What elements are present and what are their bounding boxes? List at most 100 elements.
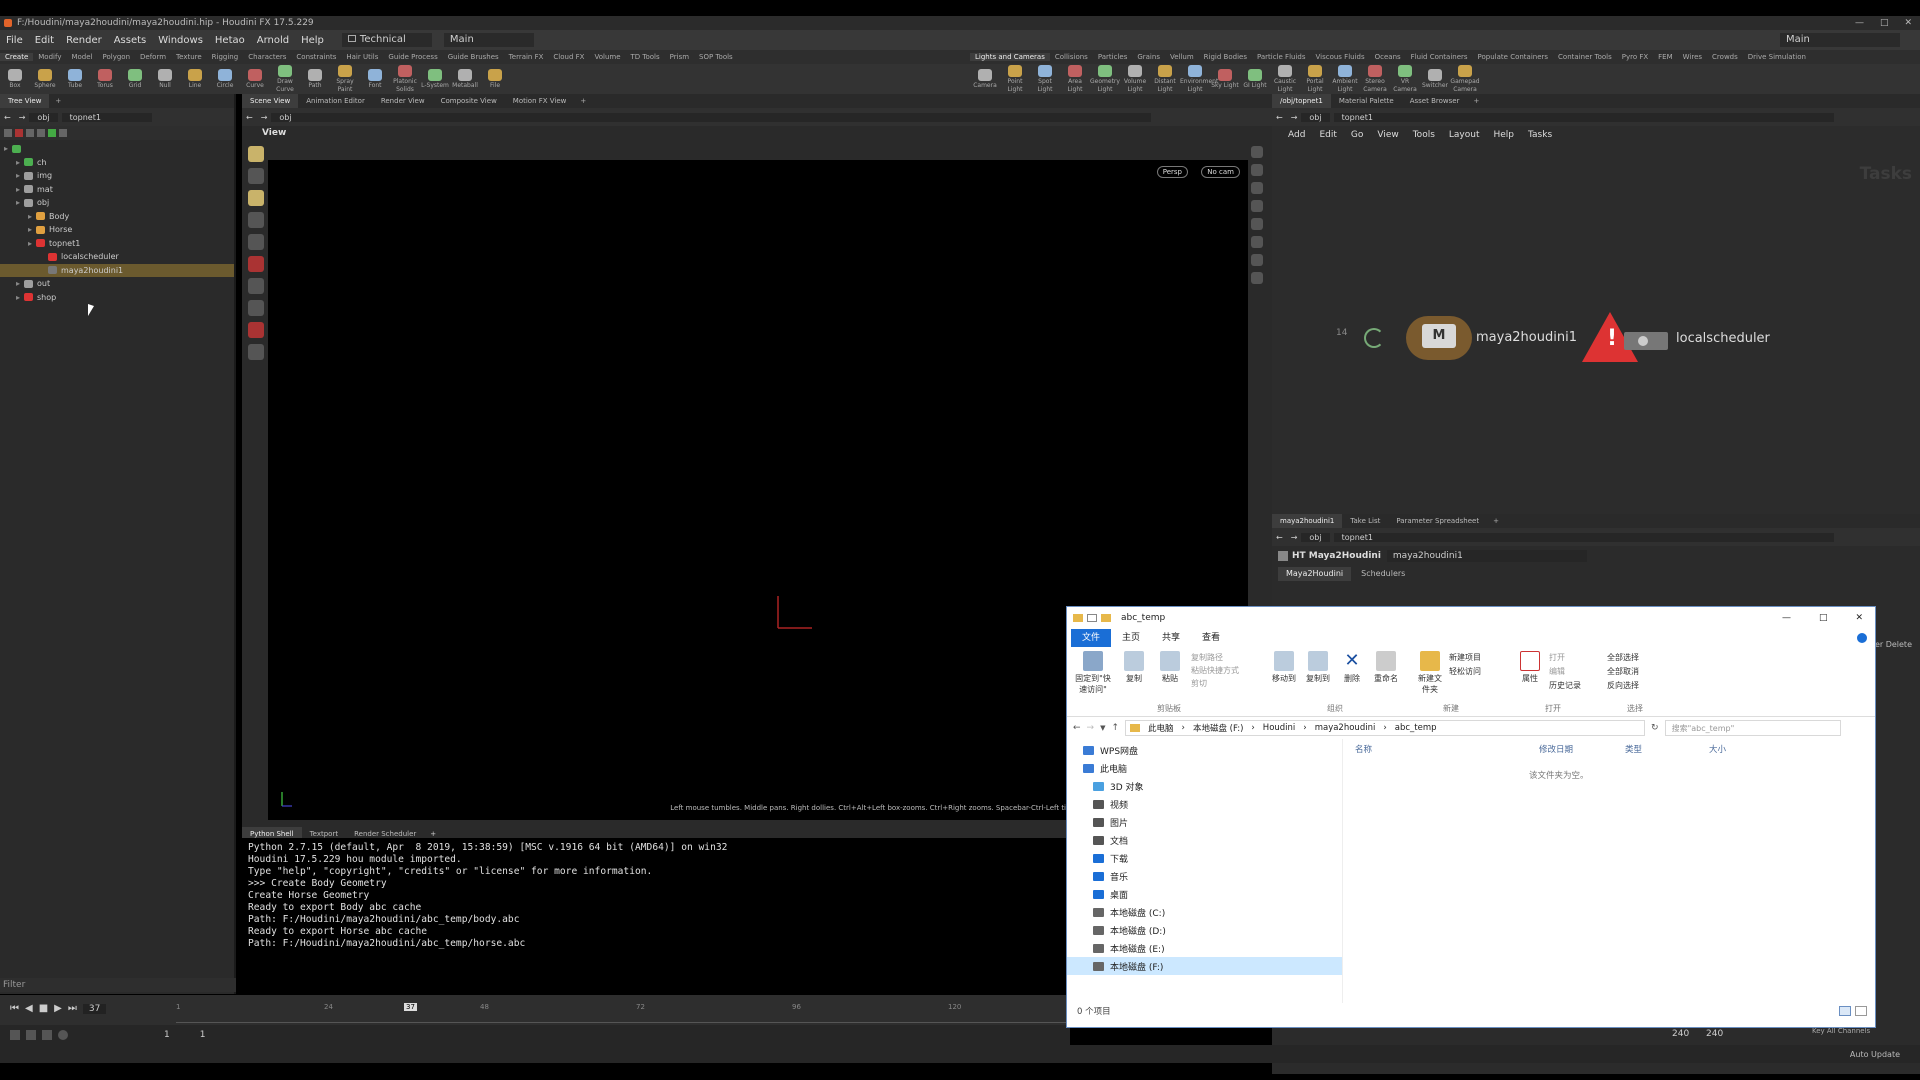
tab-home[interactable]: 主页: [1111, 629, 1151, 647]
refresh-icon[interactable]: ↻: [1651, 723, 1659, 733]
shelf-tab-wires[interactable]: Wires: [1678, 53, 1707, 61]
shelf-tool-spray-paint[interactable]: Spray Paint: [330, 64, 360, 94]
record-icon[interactable]: [248, 256, 264, 272]
menu-arnold[interactable]: Arnold: [251, 35, 295, 46]
display-option-icon[interactable]: [1251, 272, 1263, 284]
camera-menu[interactable]: No cam: [1201, 166, 1240, 178]
play-reverse-icon[interactable]: ◀: [25, 1003, 33, 1014]
tab-render-view[interactable]: Render View: [373, 94, 433, 108]
network-menu-edit[interactable]: Edit: [1319, 130, 1336, 140]
shelf-tab-polygon[interactable]: Polygon: [98, 53, 136, 61]
breadcrumb-item[interactable]: maya2houdini: [1315, 723, 1376, 733]
shelf-tab-container-tools[interactable]: Container Tools: [1553, 53, 1617, 61]
shelf-tool-area-light[interactable]: Area Light: [1060, 64, 1090, 94]
tree-node-obj[interactable]: ▸ obj: [0, 196, 234, 210]
forward-arrow-icon[interactable]: →: [15, 113, 30, 122]
add-tab-icon[interactable]: +: [424, 830, 442, 838]
range-end2-field[interactable]: 240: [1706, 1029, 1723, 1039]
jump-end-icon[interactable]: ⏭: [68, 1003, 77, 1014]
expand-icon[interactable]: ▸: [28, 212, 36, 221]
add-tab-icon[interactable]: +: [49, 97, 67, 105]
shelf-tab-create[interactable]: Create: [0, 53, 34, 61]
nav-item[interactable]: 音乐: [1067, 867, 1342, 885]
persp-menu[interactable]: Persp: [1156, 166, 1188, 178]
auto-update-label[interactable]: Auto Update: [1850, 1050, 1900, 1059]
shelf-tool-line[interactable]: Line: [180, 68, 210, 90]
menu-hetao[interactable]: Hetao: [209, 35, 251, 46]
toolbar-icon[interactable]: [59, 129, 67, 137]
nav-item[interactable]: WPS网盘: [1067, 741, 1342, 759]
shelf-tab-rigging[interactable]: Rigging: [207, 53, 244, 61]
key-all-channels-label[interactable]: Key All Channels: [1812, 1027, 1870, 1035]
tree-node-ch[interactable]: ▸ ch: [0, 156, 234, 170]
shelf-tab-fem[interactable]: FEM: [1653, 53, 1678, 61]
nav-item[interactable]: 本地磁盘 (C:): [1067, 903, 1342, 921]
shelf-tab-characters[interactable]: Characters: [243, 53, 291, 61]
subtab-maya2houdini[interactable]: Maya2Houdini: [1278, 567, 1352, 581]
menu-edit[interactable]: Edit: [29, 35, 60, 46]
loop-icon[interactable]: [42, 1030, 52, 1040]
shelf-tool-stereo-camera[interactable]: Stereo Camera: [1360, 64, 1390, 94]
shelf-tool-curve[interactable]: Curve: [240, 68, 270, 90]
shelf-tab-texture[interactable]: Texture: [171, 53, 207, 61]
new-item-button[interactable]: 新建项目: [1449, 651, 1515, 665]
breadcrumb-item[interactable]: Houdini: [1263, 723, 1296, 733]
pose-tool-icon[interactable]: [248, 212, 264, 228]
shelf-tab-crowds[interactable]: Crowds: [1707, 53, 1743, 61]
shelf-tab-hair-utils[interactable]: Hair Utils: [341, 53, 383, 61]
shelf-tool-distant-light[interactable]: Distant Light: [1150, 64, 1180, 94]
shelf-tool-gamepad-camera[interactable]: Gamepad Camera: [1450, 64, 1480, 94]
move-to-button[interactable]: 移动到: [1269, 651, 1299, 684]
tree-node-mat[interactable]: ▸ mat: [0, 183, 234, 197]
frame-marker[interactable]: 37: [404, 1003, 417, 1011]
display-option-icon[interactable]: [1251, 254, 1263, 266]
expand-icon[interactable]: ▸: [16, 279, 24, 288]
shelf-tool-file[interactable]: File: [480, 68, 510, 90]
nav-item[interactable]: 本地磁盘 (E:): [1067, 939, 1342, 957]
shelf-tool-geometry-light[interactable]: Geometry Light: [1090, 64, 1120, 94]
nav-item[interactable]: 桌面: [1067, 885, 1342, 903]
properties-button[interactable]: 属性: [1515, 651, 1545, 684]
column-modified[interactable]: 修改日期: [1539, 743, 1625, 755]
tree-node-img[interactable]: ▸ img: [0, 169, 234, 183]
tree-node-horse[interactable]: ▸ Horse: [0, 223, 234, 237]
minimize-button[interactable]: —: [1770, 613, 1803, 623]
display-option-icon[interactable]: [1251, 164, 1263, 176]
expand-icon[interactable]: ▸: [4, 144, 12, 153]
back-arrow-icon[interactable]: ←: [1073, 723, 1081, 733]
param-network-selector[interactable]: topnet1: [1333, 532, 1834, 542]
stop-icon[interactable]: ■: [39, 1003, 48, 1014]
forward-arrow-icon[interactable]: →: [1087, 723, 1095, 733]
tree-node-maya2houdini1[interactable]: maya2houdini1: [0, 263, 234, 277]
subtab-schedulers[interactable]: Schedulers: [1353, 567, 1413, 581]
shelf-tool-draw-curve[interactable]: Draw Curve: [270, 64, 300, 94]
shelf-tab-cloud-fx[interactable]: Cloud FX: [548, 53, 589, 61]
menu-windows[interactable]: Windows: [152, 35, 209, 46]
tab-material-palette[interactable]: Material Palette: [1331, 94, 1402, 108]
back-arrow-icon[interactable]: ←: [242, 113, 257, 122]
add-tab-icon[interactable]: +: [1467, 97, 1485, 105]
shelf-tool-null[interactable]: Null: [150, 68, 180, 90]
shelf-tab-oceans[interactable]: Oceans: [1370, 53, 1406, 61]
shelf-tool-metaball[interactable]: Metaball: [450, 68, 480, 90]
tree-node-root[interactable]: ▸: [0, 142, 234, 156]
tab-tree-view[interactable]: Tree View: [0, 94, 50, 108]
frame-ruler[interactable]: 1 24 48 72 96 120 37: [176, 1003, 1066, 1023]
network-menu-go[interactable]: Go: [1351, 130, 1363, 140]
shelf-tab-lights-and-cameras[interactable]: Lights and Cameras: [970, 53, 1050, 61]
invert-selection-button[interactable]: 反向选择: [1607, 679, 1677, 693]
play-icon[interactable]: ▶: [54, 1003, 62, 1014]
shelf-tool-portal-light[interactable]: Portal Light: [1300, 64, 1330, 94]
nav-item[interactable]: 本地磁盘 (D:): [1067, 921, 1342, 939]
rename-button[interactable]: 重命名: [1371, 651, 1401, 684]
shelf-tab-particle-fluids[interactable]: Particle Fluids: [1252, 53, 1311, 61]
menu-render[interactable]: Render: [60, 35, 108, 46]
menu-assets[interactable]: Assets: [108, 35, 153, 46]
expand-icon[interactable]: ▸: [16, 185, 24, 194]
large-icons-view-icon[interactable]: [1855, 1006, 1867, 1016]
copy-to-button[interactable]: 复制到: [1303, 651, 1333, 684]
shelf-tool-gi-light[interactable]: GI Light: [1240, 68, 1270, 90]
menu-help[interactable]: Help: [295, 35, 330, 46]
shelf-tab-modify[interactable]: Modify: [33, 53, 66, 61]
tree-node-body[interactable]: ▸ Body: [0, 210, 234, 224]
